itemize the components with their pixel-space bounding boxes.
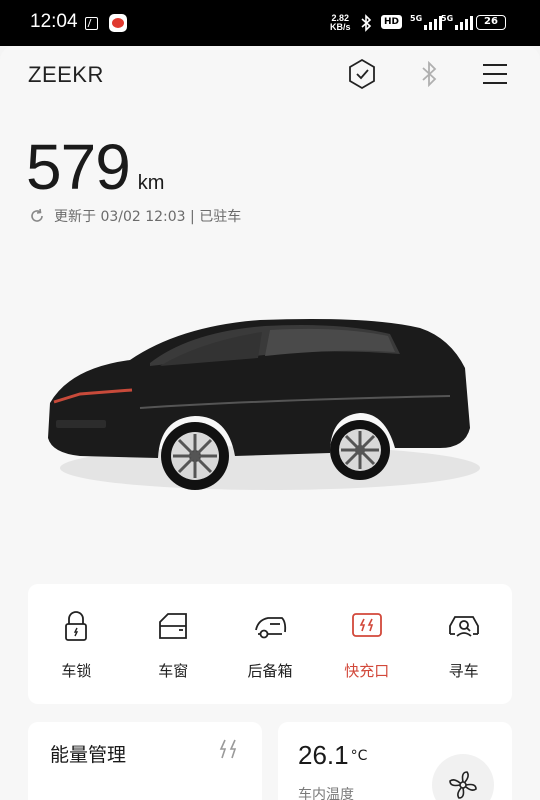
temperature-value: 26.1 — [298, 740, 349, 770]
update-status[interactable]: 更新于 03/02 12:03 | 已驻车 — [28, 206, 241, 226]
temperature-unit: °C — [350, 748, 368, 764]
lock-control[interactable]: 车锁 — [28, 584, 125, 704]
brand-title: ZEEKR — [28, 62, 104, 87]
shield-check-icon[interactable] — [344, 56, 380, 92]
network-speed: 2.82 KB/s — [330, 14, 351, 32]
energy-title: 能量管理 — [50, 744, 127, 766]
climate-card[interactable]: 26.1 °C 车内温度 — [278, 722, 512, 800]
trunk-icon — [255, 617, 287, 639]
energy-management-card[interactable]: 能量管理 — [28, 722, 262, 800]
status-time: 12:04 — [30, 11, 78, 32]
charge-port-control[interactable]: 快充口 — [318, 584, 415, 704]
find-car-icon — [448, 616, 479, 637]
range-display: 579 km — [26, 130, 164, 204]
update-text: 更新于 03/02 12:03 | 已驻车 — [54, 209, 242, 225]
fan-icon — [449, 771, 477, 799]
lock-label: 车锁 — [61, 662, 92, 680]
trunk-label: 后备箱 — [247, 662, 293, 680]
find-car-label: 寻车 — [448, 662, 479, 680]
vehicle-home-screen: ZEEKR 579 km 更新于 03/02 12:03 | 已驻车 车锁 车窗… — [0, 46, 540, 800]
window-control[interactable]: 车窗 — [125, 584, 222, 704]
window-icon — [159, 613, 188, 639]
car-image[interactable] — [40, 308, 480, 508]
lock-icon — [65, 611, 88, 641]
charge-port-label: 快充口 — [344, 662, 390, 680]
status-bar: 12:04 2.82 KB/s HD 5G 5G 26 — [0, 0, 540, 46]
network-speed-unit: KB/s — [330, 22, 351, 32]
range-value: 579 — [26, 131, 131, 203]
hd-voice-badge: HD — [381, 15, 403, 29]
refresh-icon[interactable] — [28, 207, 46, 225]
charging-bolt-icon — [219, 739, 237, 759]
signal-sim2-icon: 5G — [441, 14, 477, 32]
app-notification-icon — [109, 14, 127, 32]
sim1-network-type: 5G — [410, 14, 423, 23]
cabin-temperature: 26.1 °C — [298, 740, 367, 771]
fan-button[interactable] — [432, 754, 494, 800]
bluetooth-icon[interactable] — [411, 56, 447, 92]
window-label: 车窗 — [158, 662, 189, 680]
range-unit: km — [137, 172, 165, 194]
bluetooth-status-icon — [360, 14, 372, 36]
charge-port-icon — [351, 613, 382, 637]
menu-icon[interactable] — [477, 56, 513, 92]
find-car-control[interactable]: 寻车 — [415, 584, 512, 704]
battery-icon: 26 — [476, 15, 506, 30]
screenshot-notification-icon — [85, 17, 98, 30]
temperature-label: 车内温度 — [298, 787, 354, 800]
trunk-control[interactable]: 后备箱 — [222, 584, 319, 704]
quick-controls: 车锁 车窗 后备箱 快充口 寻车 — [28, 584, 512, 704]
sim2-network-type: 5G — [441, 14, 454, 23]
